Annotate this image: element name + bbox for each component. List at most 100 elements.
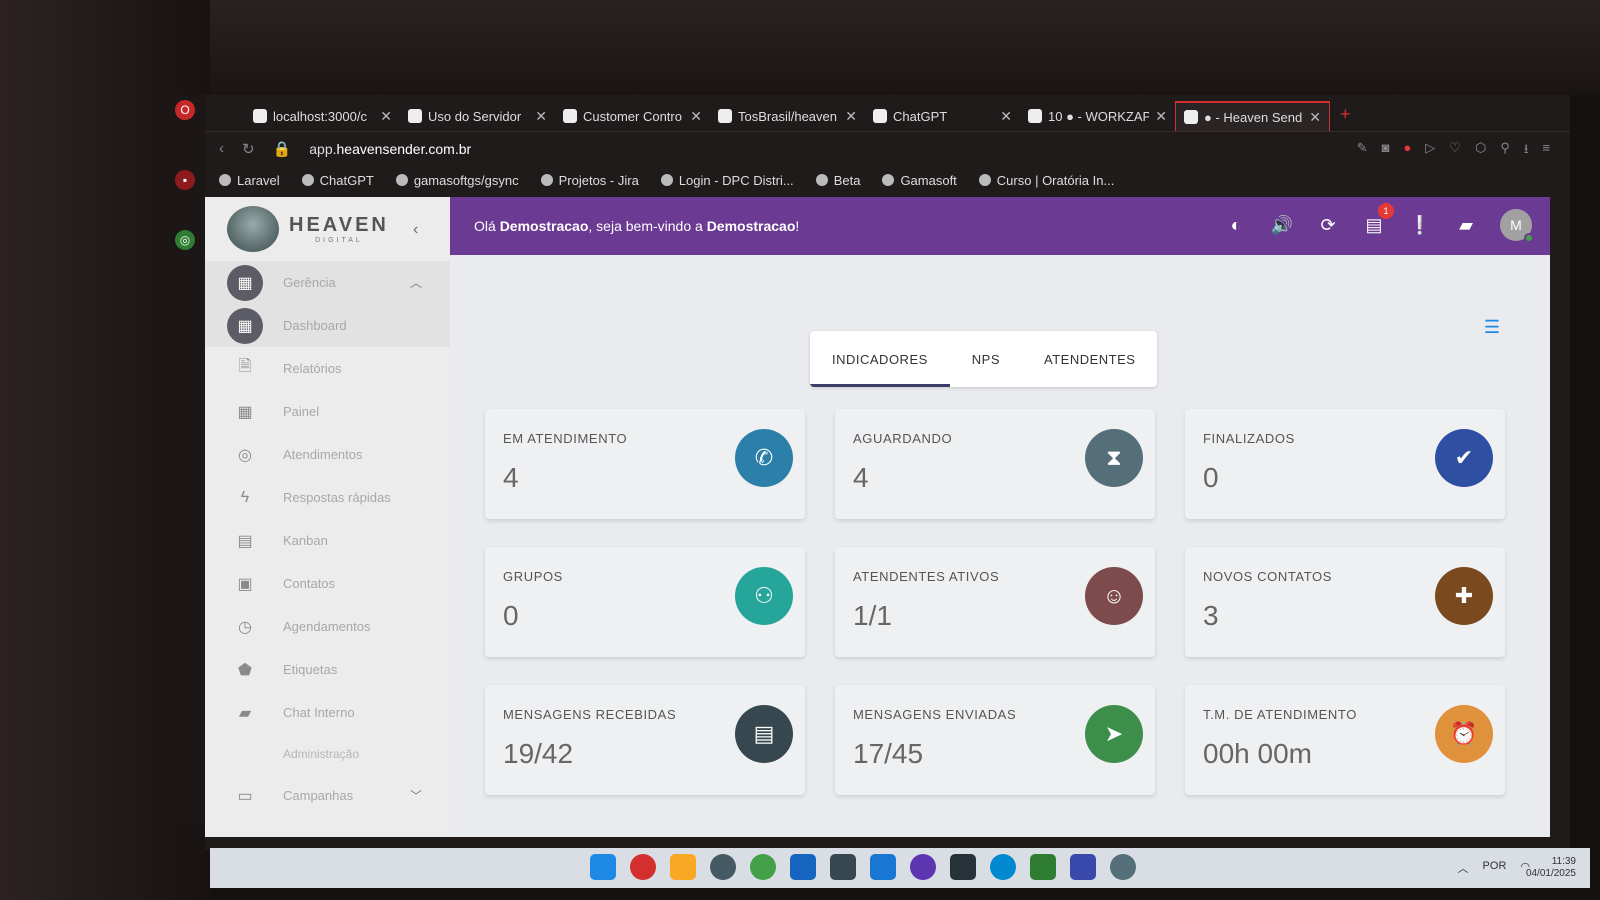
close-icon[interactable]: ✕ [1155,108,1167,125]
reload-icon[interactable]: ↻ [242,140,255,158]
download-icon[interactable]: ⭳ [1524,140,1529,162]
github-icon[interactable] [910,854,936,880]
browser-tab[interactable]: 10 ● - WORKZAP ✕ [1020,101,1175,131]
sidebar-item-respostas-r-pidas[interactable]: ϟ Respostas rápidas [205,476,450,519]
sidebar-item-campanhas[interactable]: ▭ Campanhas ﹀ [205,774,450,817]
bookmark-item[interactable]: ChatGPT [301,173,374,188]
tray-chevron-icon[interactable]: ︿ [1458,860,1469,876]
sidebar-item-relat-rios[interactable]: 🗎 Relatórios [205,347,450,390]
sidebar-group-gerencia[interactable]: ▦ Gerência ︿ [205,261,450,304]
sidebar-item-dashboard[interactable]: ▦ Dashboard [205,304,450,347]
new-tab-button[interactable]: + [1340,104,1351,125]
browser-tab[interactable]: ● - Heaven Send ✕ [1175,101,1330,131]
browser-tab[interactable]: Customer Contro ✕ [555,101,710,131]
tab-atendentes[interactable]: ATENDENTES [1022,331,1157,387]
edit-icon[interactable]: ✎ [1357,140,1368,162]
database-icon[interactable] [830,854,856,880]
browser-tab[interactable]: localhost:3000/c ✕ [245,101,400,131]
sidebar-item-agendamentos[interactable]: ◷ Agendamentos [205,605,450,648]
sidebar-item-kanban[interactable]: ▤ Kanban [205,519,450,562]
chat-icon: ▰ [238,704,252,722]
sidebar-item-chat-interno[interactable]: ▰ Chat Interno [205,691,450,734]
tab-indicadores[interactable]: INDICADORES [810,331,950,387]
tab-favicon-icon [873,109,887,123]
app-icon[interactable] [1110,854,1136,880]
language-indicator[interactable]: POR [1483,860,1507,876]
tab-nps[interactable]: NPS [950,331,1022,387]
add-contact-icon: ✚ [1435,567,1493,625]
play-icon[interactable]: ▷ [1425,140,1435,162]
terminal-icon[interactable] [950,854,976,880]
volume-icon[interactable]: 🔊 [1270,213,1294,237]
browser-tab[interactable]: Uso do Servidor ✕ [400,101,555,131]
avatar[interactable]: M [1500,209,1534,243]
sidebar-item-etiquetas[interactable]: ⬟ Etiquetas [205,648,450,691]
brand-name: HEAVEN [289,214,389,236]
clock[interactable]: 11:39 04/01/2025 [1526,856,1576,880]
bookmark-item[interactable]: Gamasoft [882,173,957,188]
tab-favicon-icon [1184,110,1198,124]
windows-start-icon[interactable] [590,854,616,880]
cube-icon[interactable]: ⬡ [1475,140,1486,162]
app-icon[interactable] [1070,854,1096,880]
filter-icon[interactable]: ☰ [1484,317,1500,338]
close-icon[interactable]: ✕ [1309,109,1321,126]
lock-icon: 🔒 [272,140,292,158]
bookmark-item[interactable]: Projetos - Jira [540,172,639,188]
browser-side-strip: O ▪ ◎ [165,95,205,825]
heart-icon[interactable]: ♡ [1449,140,1461,162]
topbar-icons: ◐ 🔊 ⟳ ▤ 1 ❕ ▰ M [1224,203,1534,243]
person-icon[interactable]: ⚲ [1500,140,1510,162]
tab-favicon-icon [563,109,577,123]
tab-strip: localhost:3000/c ✕ Uso do Servidor ✕ Custome… [205,95,1570,131]
bag-icon[interactable]: ▪ [175,170,195,190]
bookmark-item[interactable]: Login - DPC Distri... [660,173,794,188]
indicator-card: EM ATENDIMENTO 4 ✆ [485,409,805,519]
whatsapp-icon[interactable]: ◎ [175,230,195,250]
chat-icon[interactable]: ▰ [1454,213,1478,237]
bookmark-favicon-icon [301,174,314,186]
sidebar-item-contatos[interactable]: ▣ Contatos [205,562,450,605]
excel-icon[interactable] [1030,854,1056,880]
chrome-icon[interactable] [750,854,776,880]
close-icon[interactable]: ✕ [535,108,547,125]
file-explorer-icon[interactable] [670,854,696,880]
close-icon[interactable]: ✕ [380,108,392,125]
bookmark-item[interactable]: Laravel [219,173,280,188]
app-icon[interactable] [990,854,1016,880]
theme-toggle-icon[interactable]: ◐ [1224,213,1248,237]
refresh-icon[interactable]: ⟳ [1316,213,1340,237]
alert-message-icon[interactable]: ❕ [1408,213,1432,237]
os-taskbar: ︿ POR ◠ 11:39 04/01/2025 [210,848,1590,888]
sidebar-item-atendimentos[interactable]: ◎ Atendimentos [205,433,450,476]
send-icon: ➤ [1085,705,1143,763]
bookmark-label: Projetos - Jira [558,172,639,188]
record-icon[interactable]: ● [1403,140,1411,162]
bookmark-item[interactable]: Curso | Oratória In... [978,173,1114,188]
vscode-icon[interactable] [790,854,816,880]
close-icon[interactable]: ✕ [845,108,857,125]
collapse-sidebar-icon[interactable]: ‹ [413,221,418,239]
close-icon[interactable]: ✕ [690,108,702,125]
close-icon[interactable]: ✕ [1000,108,1012,125]
back-icon[interactable]: ‹ [219,140,224,157]
url-field[interactable]: app.heavensender.com.br [309,141,471,157]
bookmark-label: gamasoftgs/gsync [413,172,519,188]
sidebar-item-label: Agendamentos [283,619,371,634]
app-icon[interactable] [870,854,896,880]
app-icon[interactable] [710,854,736,880]
bookmark-item[interactable]: gamasoftgs/gsync [395,172,519,188]
sidebar-item-painel[interactable]: ▦ Painel [205,390,450,433]
sidebar-item-label: Contatos [283,576,336,591]
opera-taskbar-icon[interactable] [630,854,656,880]
clock-time: 11:39 [1551,856,1576,867]
notifications-icon[interactable]: ▤ 1 [1362,203,1394,237]
opera-icon[interactable]: O [175,100,195,120]
browser-tab[interactable]: TosBrasil/heaven ✕ [710,101,865,131]
browser-tab[interactable]: ChatGPT ✕ [865,101,1020,131]
notification-badge: 1 [1378,203,1394,219]
bookmark-item[interactable]: Beta [815,173,860,188]
main-content: Olá Demostracao, seja bem-vindo a Demost… [450,197,1550,837]
menu-icon[interactable]: ≡ [1542,140,1550,162]
camera-icon[interactable]: ◙ [1382,140,1390,162]
